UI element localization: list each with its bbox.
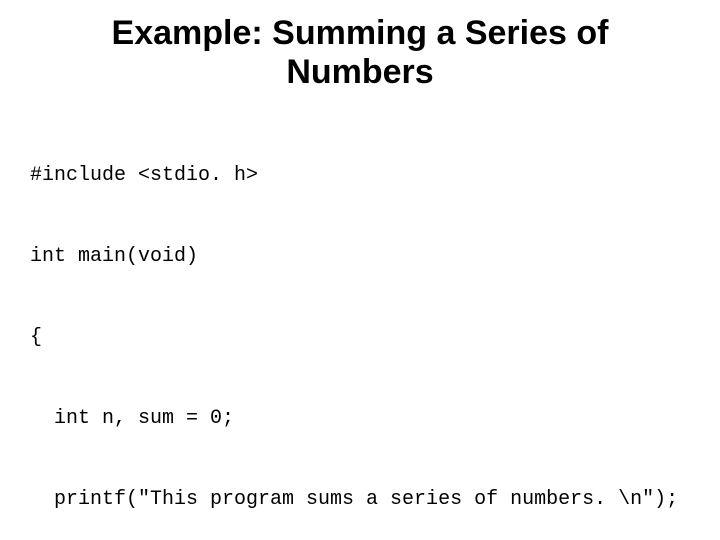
- code-block: #include <stdio. h> int main(void) { int…: [30, 108, 690, 540]
- code-line: int main(void): [30, 243, 690, 270]
- code-line: {: [30, 324, 690, 351]
- slide-title: Example: Summing a Series of Numbers: [60, 14, 660, 92]
- code-line: int n, sum = 0;: [30, 405, 690, 432]
- code-line: printf("This program sums a series of nu…: [30, 486, 690, 513]
- code-line: #include <stdio. h>: [30, 162, 690, 189]
- slide: Example: Summing a Series of Numbers #in…: [0, 0, 720, 540]
